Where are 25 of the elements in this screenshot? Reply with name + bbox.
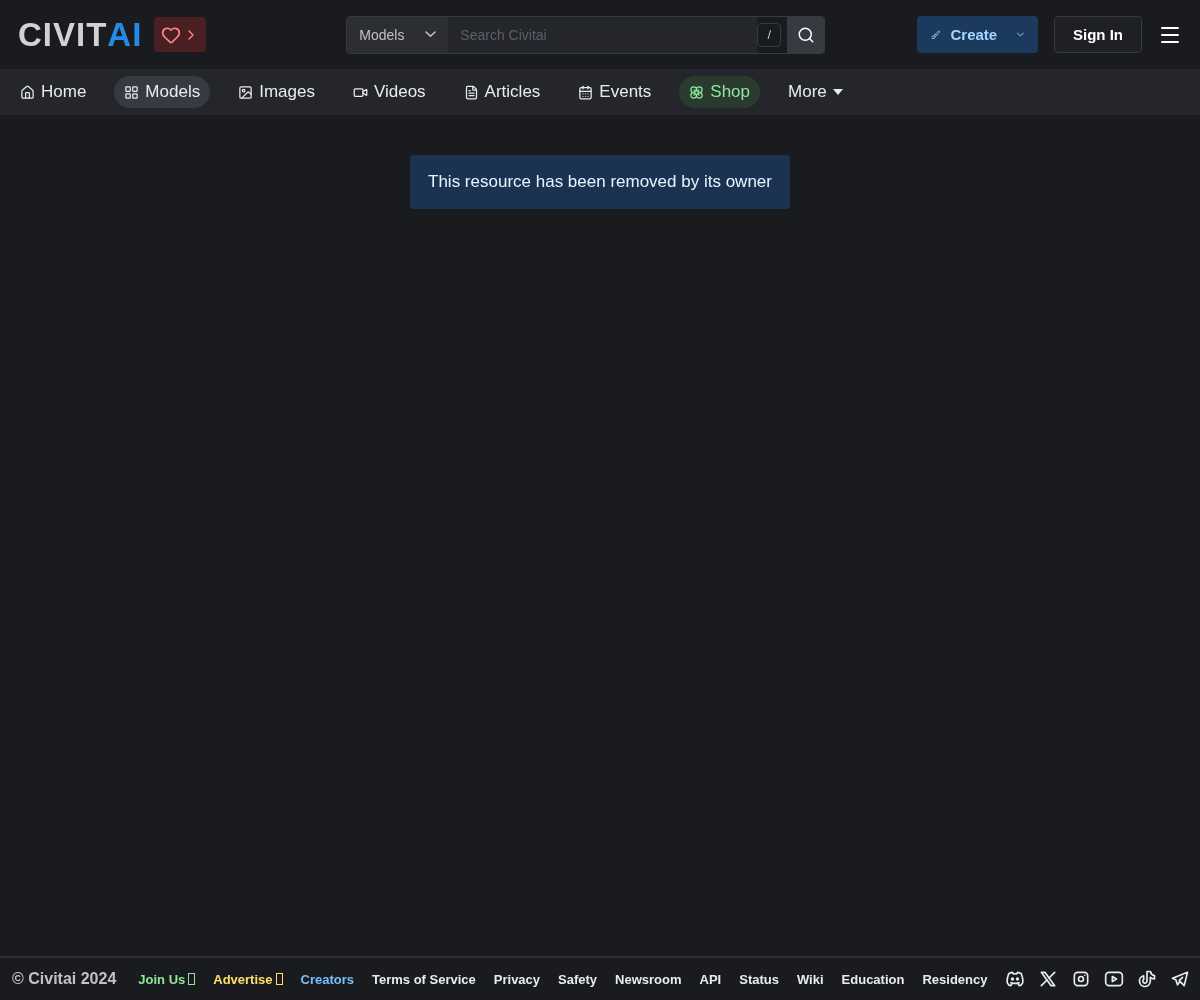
footer-link[interactable]: Residency [922,971,988,987]
nav-tab[interactable]: Models [114,76,211,108]
create-button[interactable]: Create [917,16,1038,53]
copyright-text: © Civitai 2024 [12,970,117,988]
footer-link[interactable]: Education [841,971,905,987]
footer-link[interactable]: Creators [300,971,354,987]
nav-tab[interactable]: Home [10,76,97,108]
nav-tab[interactable]: Events [568,76,662,108]
removed-notice: This resource has been removed by its owner [410,155,790,209]
footer-link[interactable]: Newsroom [615,971,682,987]
nav-tab[interactable]: Videos [342,76,436,108]
sign-in-button[interactable]: Sign In [1054,16,1142,53]
logo: CIVITAI [18,15,143,54]
nav-tab[interactable]: Images [228,76,325,108]
nav-tab[interactable]: Articles [453,76,551,108]
nav-tab[interactable]: Shop [679,76,761,108]
footer-link[interactable]: Advertise [213,971,283,987]
footer-link[interactable]: Safety [558,971,598,987]
more-menu[interactable]: More [778,76,853,108]
footer-link[interactable]: Join Us [138,971,196,987]
footer-link[interactable]: Privacy [493,971,541,987]
footer-link[interactable]: Terms of Service [372,971,476,987]
footer-link[interactable]: Wiki [796,971,824,987]
footer-link[interactable]: API [699,971,722,987]
footer-link[interactable]: Status [739,971,779,987]
